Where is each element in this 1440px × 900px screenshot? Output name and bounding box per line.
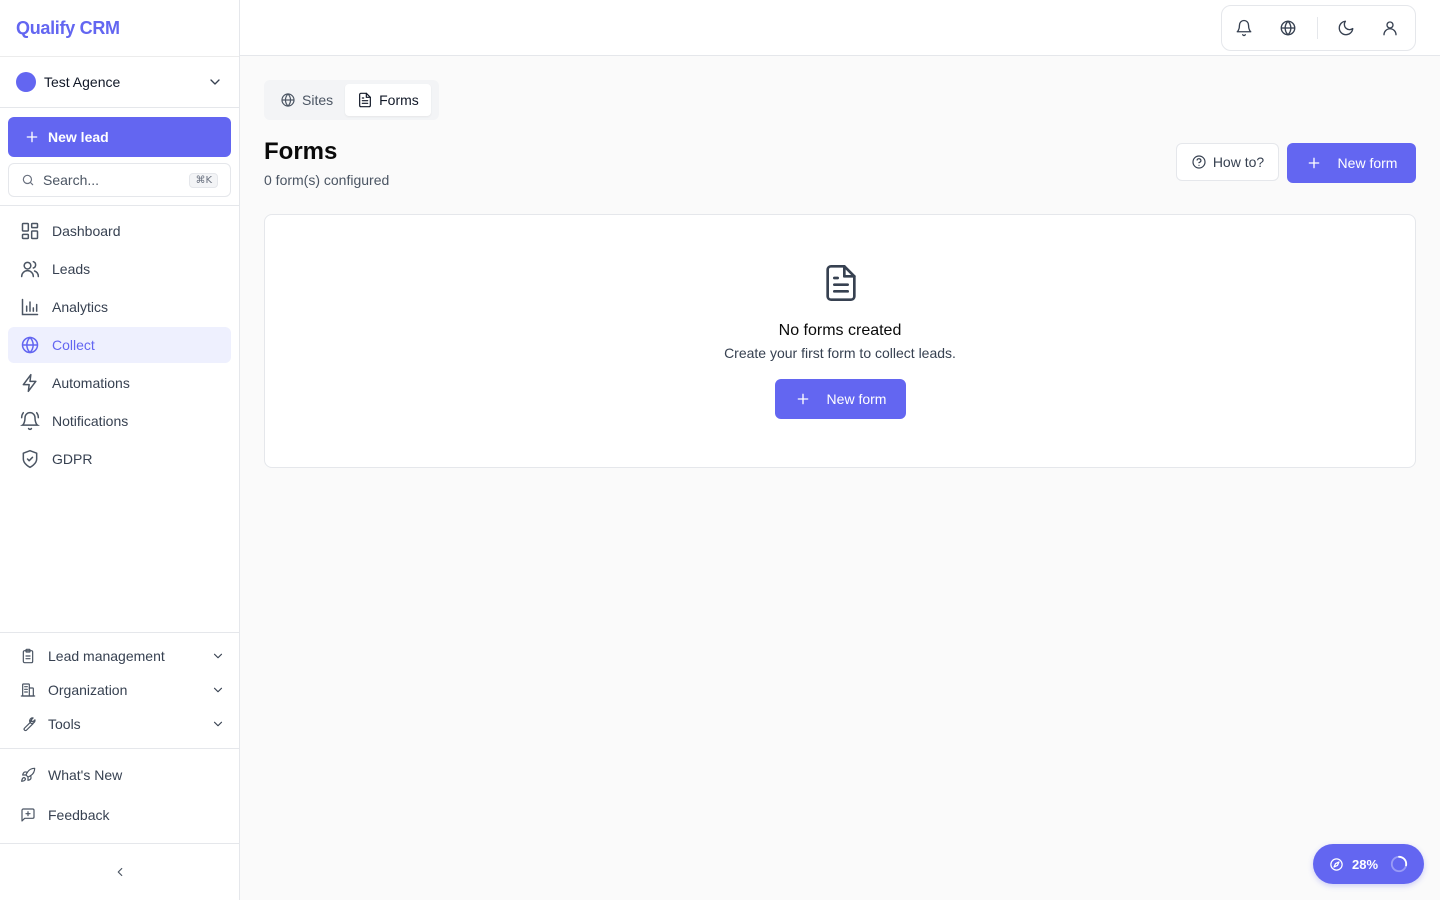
sidebar-item-gdpr[interactable]: GDPR	[8, 441, 231, 477]
new-form-label: New form	[1337, 155, 1398, 171]
main-nav: Dashboard Leads Analytics Collect Automa…	[8, 213, 231, 479]
plus-icon	[1308, 157, 1319, 169]
tab-sites[interactable]: Sites	[268, 84, 345, 116]
sidebar-group-tools[interactable]: Tools	[12, 707, 227, 741]
progress-ring	[1390, 855, 1408, 873]
sidebar-item-notifications[interactable]: Notifications	[8, 403, 231, 439]
bar-chart-icon	[21, 298, 39, 316]
sidebar-item-label: Collect	[52, 337, 95, 353]
sidebar-item-label: Leads	[52, 261, 91, 277]
sidebar-item-label: Feedback	[48, 807, 110, 823]
new-lead-label: New lead	[48, 129, 109, 145]
divider	[1317, 17, 1318, 39]
chevron-down-icon	[213, 653, 223, 659]
sidebar-item-label: Dashboard	[52, 223, 121, 239]
how-to-button[interactable]: How to?	[1176, 143, 1279, 181]
search-placeholder: Search...	[43, 172, 100, 188]
sidebar-item-label: Analytics	[52, 299, 109, 315]
bell-ring-icon	[20, 411, 40, 431]
plus-icon	[26, 131, 38, 143]
rocket-icon	[21, 767, 36, 782]
dashboard-icon	[21, 222, 39, 240]
search-icon	[22, 174, 34, 186]
file-text-icon	[821, 263, 861, 303]
sidebar-item-leads[interactable]: Leads	[8, 251, 231, 287]
globe-icon	[21, 336, 39, 354]
new-lead-button[interactable]: New lead	[8, 117, 231, 157]
chevron-down-icon	[210, 79, 220, 85]
sidebar-item-automations[interactable]: Automations	[8, 365, 231, 401]
bell-icon	[1236, 19, 1252, 37]
sidebar-item-label: What's New	[48, 767, 123, 783]
new-form-button[interactable]: New form	[1287, 143, 1416, 183]
profile-button[interactable]	[1373, 11, 1407, 45]
file-text-icon	[359, 92, 372, 108]
empty-new-form-button[interactable]: New form	[775, 379, 906, 419]
sidebar-item-dashboard[interactable]: Dashboard	[8, 213, 231, 249]
top-bar	[240, 0, 1440, 56]
app-logo[interactable]: Qualify CRM	[0, 0, 239, 56]
org-switcher[interactable]: Test Agence	[0, 56, 239, 108]
building-icon	[20, 683, 36, 697]
progress-label: 28%	[1352, 856, 1379, 872]
collapse-sidebar-button[interactable]	[110, 862, 130, 882]
tab-label: Sites	[302, 92, 334, 108]
message-square-icon	[21, 808, 35, 822]
lightning-icon	[22, 373, 37, 393]
sidebar-item-collect[interactable]: Collect	[8, 327, 231, 363]
empty-state-card: No forms created Create your first form …	[264, 214, 1416, 468]
plus-icon	[797, 393, 808, 405]
sidebar: Qualify CRM Test Agence New lead Search.…	[0, 0, 240, 900]
divider	[0, 205, 239, 206]
sidebar-group-lead-management[interactable]: Lead management	[12, 639, 227, 673]
divider	[0, 843, 239, 844]
sidebar-group-label: Lead management	[48, 648, 165, 664]
top-actions	[1221, 5, 1416, 51]
language-button[interactable]	[1271, 11, 1305, 45]
sidebar-item-label: GDPR	[52, 451, 93, 467]
org-name: Test Agence	[44, 74, 121, 90]
theme-toggle-button[interactable]	[1329, 11, 1363, 45]
divider	[0, 748, 239, 749]
page-title: Forms	[264, 138, 338, 165]
divider	[0, 632, 239, 633]
new-form-label: New form	[826, 391, 887, 407]
tab-forms[interactable]: Forms	[345, 84, 431, 116]
collect-tabs: Sites Forms	[264, 80, 439, 120]
sidebar-group-label: Tools	[48, 716, 81, 732]
sidebar-group-organization[interactable]: Organization	[12, 673, 227, 707]
notifications-button[interactable]	[1227, 11, 1261, 45]
chevron-down-icon	[213, 721, 223, 727]
chevron-left-icon	[117, 867, 123, 877]
page-subtitle: 0 form(s) configured	[264, 172, 390, 188]
tab-label: Forms	[379, 92, 419, 108]
wrench-icon	[23, 717, 36, 732]
sidebar-item-feedback[interactable]: Feedback	[12, 795, 227, 835]
sidebar-item-whats-new[interactable]: What's New	[12, 755, 227, 795]
sidebar-extras: What's New Feedback	[12, 755, 227, 835]
moon-icon	[1338, 20, 1354, 36]
globe-icon	[281, 93, 295, 107]
sidebar-item-label: Notifications	[52, 413, 129, 429]
sidebar-item-label: Automations	[52, 375, 130, 391]
search-shortcut: ⌘K	[189, 172, 218, 188]
empty-state-subtitle: Create your first form to collect leads.	[724, 345, 956, 361]
user-icon	[1383, 21, 1397, 36]
help-circle-icon	[1192, 155, 1206, 169]
shield-check-icon	[22, 449, 38, 469]
sidebar-groups: Lead management Organization Tools	[12, 639, 227, 741]
clipboard-icon	[22, 648, 34, 664]
globe-icon	[1280, 20, 1296, 36]
search-input[interactable]: Search... ⌘K	[8, 163, 231, 197]
org-avatar	[16, 72, 36, 92]
users-icon	[20, 260, 40, 278]
empty-state-title: No forms created	[778, 322, 902, 339]
sidebar-item-analytics[interactable]: Analytics	[8, 289, 231, 325]
how-to-label: How to?	[1212, 154, 1265, 170]
sidebar-group-label: Organization	[48, 682, 128, 698]
chevron-down-icon	[213, 687, 223, 693]
onboarding-progress-button[interactable]: 28%	[1313, 844, 1424, 884]
compass-icon	[1330, 857, 1343, 871]
